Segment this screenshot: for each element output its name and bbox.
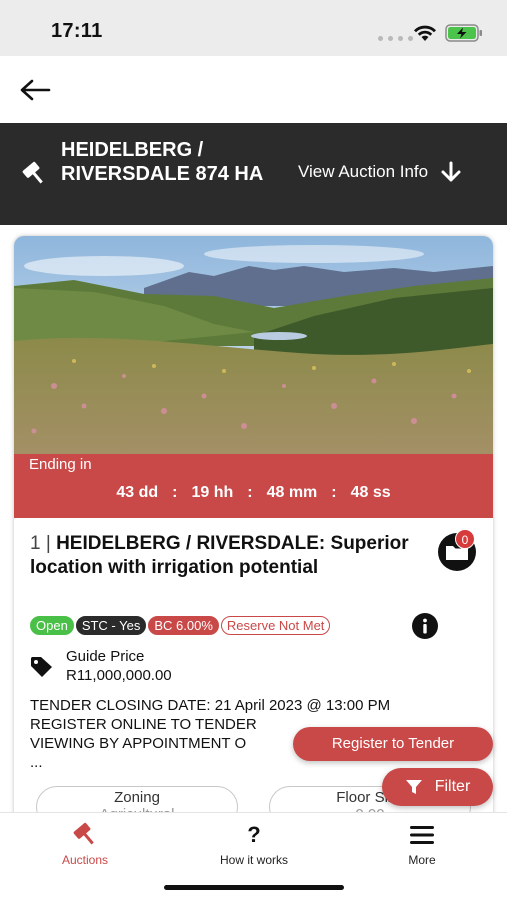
status-time: 17:11 xyxy=(51,20,103,42)
countdown-seconds: 48 ss xyxy=(350,484,391,501)
filter-button[interactable]: Filter xyxy=(382,768,493,806)
gavel-icon xyxy=(22,161,43,184)
back-button[interactable] xyxy=(18,75,52,105)
view-auction-info-label: View Auction Info xyxy=(298,162,429,181)
countdown-hours: 19 hh xyxy=(191,484,234,501)
auction-title: HEIDELBERG / RIVERSDALE 874 HA xyxy=(61,139,264,185)
lot-title-text: HEIDELBERG / RIVERSDALE: Superior locati… xyxy=(30,533,409,578)
countdown-separator: : xyxy=(331,484,337,501)
question-icon: ? xyxy=(247,822,261,847)
menu-icon xyxy=(410,826,434,844)
tab-how-it-works[interactable]: ? How it works xyxy=(199,821,309,867)
countdown-separator: : xyxy=(247,484,253,501)
tab-label: More xyxy=(408,853,436,867)
home-indicator xyxy=(164,885,344,890)
navigation-bar xyxy=(0,56,507,123)
tab-auctions[interactable]: Auctions xyxy=(30,821,140,867)
countdown-minutes: 48 mm xyxy=(266,484,318,501)
battery-charging-icon xyxy=(445,24,482,42)
lot-photo xyxy=(14,236,493,456)
lot-badges: Open STC - Yes BC 6.00% Reserve Not Met xyxy=(30,616,331,635)
signal-dots-icon xyxy=(378,36,413,41)
price-tag-icon xyxy=(31,657,52,677)
status-badge-open: Open xyxy=(30,616,74,635)
countdown-days: 43 dd xyxy=(116,484,159,501)
badge-bc: BC 6.00% xyxy=(148,616,219,635)
ending-countdown-banner: Ending in 43 dd : 19 hh : 48 mm : 48 ss xyxy=(14,454,493,518)
guide-price-label: Guide Price xyxy=(66,648,145,665)
info-icon[interactable] xyxy=(411,612,439,640)
countdown-separator: : xyxy=(172,484,178,501)
register-to-tender-button[interactable]: Register to Tender xyxy=(293,727,493,761)
view-auction-info-button[interactable]: View Auction Info xyxy=(298,161,462,183)
tab-more[interactable]: More xyxy=(367,821,477,867)
description-line: TENDER CLOSING DATE: 21 April 2023 @ 13:… xyxy=(30,697,391,714)
arrow-down-icon xyxy=(441,161,461,182)
watchlist-button[interactable]: 0 xyxy=(433,529,481,572)
tab-label: Auctions xyxy=(61,853,109,867)
status-bar: 17:11 xyxy=(0,0,507,56)
badge-stc: STC - Yes xyxy=(75,616,147,635)
gavel-icon xyxy=(73,822,94,845)
lot-title: 1 | HEIDELBERG / RIVERSDALE: Superior lo… xyxy=(30,532,410,580)
arrow-left-icon xyxy=(20,79,51,101)
ending-in-label: Ending in xyxy=(29,456,92,473)
badge-reserve: Reserve Not Met xyxy=(220,616,331,635)
lot-number: 1 | xyxy=(30,533,51,554)
guide-price-value: R11,000,000.00 xyxy=(66,667,172,684)
filter-icon xyxy=(405,780,422,794)
filter-label: Filter xyxy=(434,778,471,795)
wifi-icon xyxy=(414,25,436,41)
tab-label: How it works xyxy=(219,853,288,867)
watchlist-count-badge: 0 xyxy=(455,529,475,549)
auction-header: HEIDELBERG / RIVERSDALE 874 HA View Auct… xyxy=(0,123,507,225)
countdown: 43 dd : 19 hh : 48 mm : 48 ss xyxy=(14,484,493,502)
spec-label: Zoning xyxy=(114,789,160,806)
